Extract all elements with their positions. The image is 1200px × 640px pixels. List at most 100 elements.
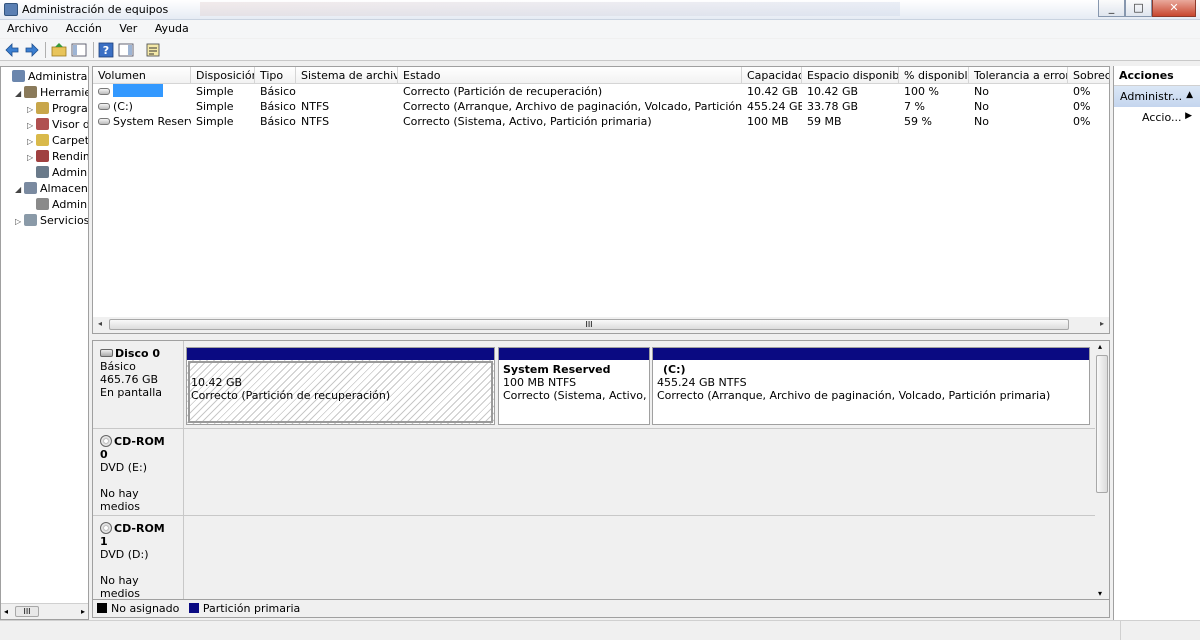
tree-item[interactable]: ▷ Carpetas compartidas — [27, 133, 88, 150]
back-arrow-icon[interactable] — [4, 42, 20, 58]
actions-pane: Acciones Administr... ▲ Accio... ▶ — [1113, 66, 1200, 620]
cdrom-1-area — [184, 516, 1096, 599]
tree-expander-icon[interactable]: ▷ — [27, 134, 36, 150]
storage-icon — [24, 182, 37, 194]
column-header-disposicion[interactable]: Disposición — [191, 67, 255, 84]
event-viewer-icon — [36, 118, 49, 130]
menu-ver[interactable]: Ver — [112, 20, 144, 37]
close-button[interactable]: ✕ — [1152, 0, 1196, 17]
help-icon[interactable]: ? — [98, 42, 114, 58]
tree-expander-icon[interactable]: ▷ — [15, 214, 24, 230]
tree-expander-icon[interactable]: ◢ — [15, 182, 24, 198]
properties-icon[interactable] — [145, 42, 161, 58]
performance-icon — [36, 150, 49, 162]
table-row[interactable]: System Reserved — [93, 114, 191, 129]
cdrom-0-label[interactable]: CD-ROM 0 DVD (E:) No hay medios — [93, 429, 184, 516]
cell-pct: 7 % — [904, 100, 925, 113]
tree-item[interactable]: ▷ Programador de tareas — [27, 101, 88, 118]
volume-icon — [98, 103, 110, 110]
list-horizontal-scrollbar[interactable]: ◂ III ▸ — [93, 317, 1109, 333]
menu-bar: Archivo Acción Ver Ayuda — [0, 20, 1200, 38]
table-row[interactable] — [93, 84, 191, 99]
tree-item[interactable]: ▷ Visor de eventos — [27, 117, 88, 134]
disk-line: No hay medios — [100, 487, 140, 513]
minimize-button[interactable]: _ — [1098, 0, 1125, 17]
partition-c[interactable]: (C:) 455.24 GB NTFS Correcto (Arranque, … — [652, 347, 1090, 425]
tree-item-label: Administración de discos — [52, 198, 88, 211]
cell-fs: NTFS — [301, 115, 330, 128]
column-header-sobrecarga[interactable]: Sobrecarga — [1068, 67, 1109, 84]
list-scroll-thumb[interactable]: III — [109, 319, 1069, 330]
tree-expander-icon[interactable]: ▷ — [27, 102, 36, 118]
actions-section-disk-management[interactable]: Administr... ▲ — [1114, 86, 1200, 107]
cell-capacity: 455.24 GB — [747, 100, 802, 113]
more-actions-item[interactable]: Accio... ▶ — [1114, 107, 1200, 127]
disk-0-label[interactable]: Disco 0 Básico 465.76 GB En pantalla — [93, 341, 184, 429]
tree-item[interactable]: ▷ Rendimiento — [27, 149, 88, 166]
column-header-porcentaje-disponible[interactable]: % disponible — [899, 67, 969, 84]
column-header-capacidad[interactable]: Capacidad — [742, 67, 802, 84]
disk-line — [100, 474, 176, 487]
partition-system-reserved[interactable]: System Reserved 100 MB NTFS Correcto (Si… — [498, 347, 650, 425]
tree-item[interactable]: ▷ Servicios y Aplicaciones — [15, 213, 88, 230]
tree-horizontal-scrollbar[interactable]: ◂ III ▸ — [1, 603, 88, 619]
cell-free: 33.78 GB — [807, 100, 859, 113]
scroll-left-icon[interactable]: ◂ — [94, 319, 106, 328]
cell-fs — [296, 84, 398, 99]
cell-type: Básico — [260, 85, 296, 98]
column-header-volumen[interactable]: Volumen — [93, 67, 191, 84]
scroll-right-icon[interactable]: ▸ — [81, 607, 85, 616]
tree-scroll-thumb[interactable]: III — [15, 606, 39, 617]
computer-management-icon — [12, 70, 25, 82]
device-manager-icon — [36, 166, 49, 178]
disk-map[interactable]: Disco 0 Básico 465.76 GB En pantalla 10.… — [92, 340, 1110, 600]
volume-list[interactable]: Volumen Disposición Tipo Sistema de arch… — [92, 66, 1110, 334]
partition-recovery[interactable]: 10.42 GB Correcto (Partición de recupera… — [186, 347, 495, 425]
column-header-tolerancia-errores[interactable]: Tolerancia a errores — [969, 67, 1068, 84]
forward-arrow-icon[interactable] — [24, 42, 40, 58]
column-header-estado[interactable]: Estado — [398, 67, 742, 84]
console-tree[interactable]: Administración de equipos ◢ Herramientas d… — [0, 66, 89, 620]
tools-icon — [24, 86, 37, 98]
partition-header — [653, 348, 1089, 360]
tree-item-label: Almacenamiento — [40, 182, 88, 195]
tree-item[interactable]: Administración de discos — [27, 197, 88, 213]
menu-archivo[interactable]: Archivo — [0, 20, 55, 37]
tree-expander-icon[interactable]: ◢ — [15, 86, 24, 102]
scroll-up-icon[interactable]: ▴ — [1098, 342, 1102, 351]
partition-header — [187, 348, 494, 360]
tree-expander-icon[interactable]: ▷ — [27, 150, 36, 166]
window-title: Administración de equipos — [22, 3, 169, 16]
tree-item[interactable]: ◢ Herramientas del sistema — [15, 85, 88, 102]
tree-item[interactable]: Administrador de dispositivos — [27, 165, 88, 181]
disk-line: Básico — [100, 360, 136, 373]
table-row[interactable]: (C:) — [93, 99, 191, 114]
menu-ayuda[interactable]: Ayuda — [148, 20, 196, 37]
cell-overhead: 0% — [1073, 100, 1091, 113]
column-header-tipo[interactable]: Tipo — [255, 67, 296, 84]
tree-expander-icon[interactable]: ▷ — [27, 118, 36, 134]
column-header-espacio-disponible[interactable]: Espacio disponible — [802, 67, 899, 84]
scroll-left-icon[interactable]: ◂ — [4, 607, 8, 616]
partition-body: System Reserved 100 MB NTFS Correcto (Si… — [499, 360, 649, 424]
tree-item-label: Administración de equipos — [28, 70, 88, 83]
tree-item[interactable]: ◢ Almacenamiento — [15, 181, 88, 198]
partition-size: 455.24 GB NTFS — [657, 376, 747, 389]
column-header-sistema-archivos[interactable]: Sistema de archivos — [296, 67, 398, 84]
tree-item[interactable]: Administración de equipos — [3, 69, 88, 85]
cell-fault: No — [974, 115, 989, 128]
cdrom-1-label[interactable]: CD-ROM 1 DVD (D:) No hay medios — [93, 516, 184, 599]
maximize-button[interactable]: □ — [1125, 0, 1152, 17]
actions-header: Acciones — [1114, 66, 1200, 86]
scroll-down-icon[interactable]: ▾ — [1098, 589, 1102, 598]
up-folder-icon[interactable] — [51, 42, 67, 58]
diskmap-vertical-scrollbar[interactable]: ▴ ▾ — [1095, 341, 1109, 599]
diskmap-scroll-thumb[interactable] — [1096, 355, 1108, 493]
menu-accion[interactable]: Acción — [59, 20, 109, 37]
scroll-right-icon[interactable]: ▸ — [1096, 319, 1108, 328]
cell-layout: Simple — [196, 85, 234, 98]
collapse-up-icon[interactable]: ▲ — [1186, 90, 1193, 100]
show-hide-action-pane-icon[interactable] — [118, 42, 134, 58]
cell-fault: No — [974, 85, 989, 98]
show-hide-console-tree-icon[interactable] — [71, 42, 87, 58]
